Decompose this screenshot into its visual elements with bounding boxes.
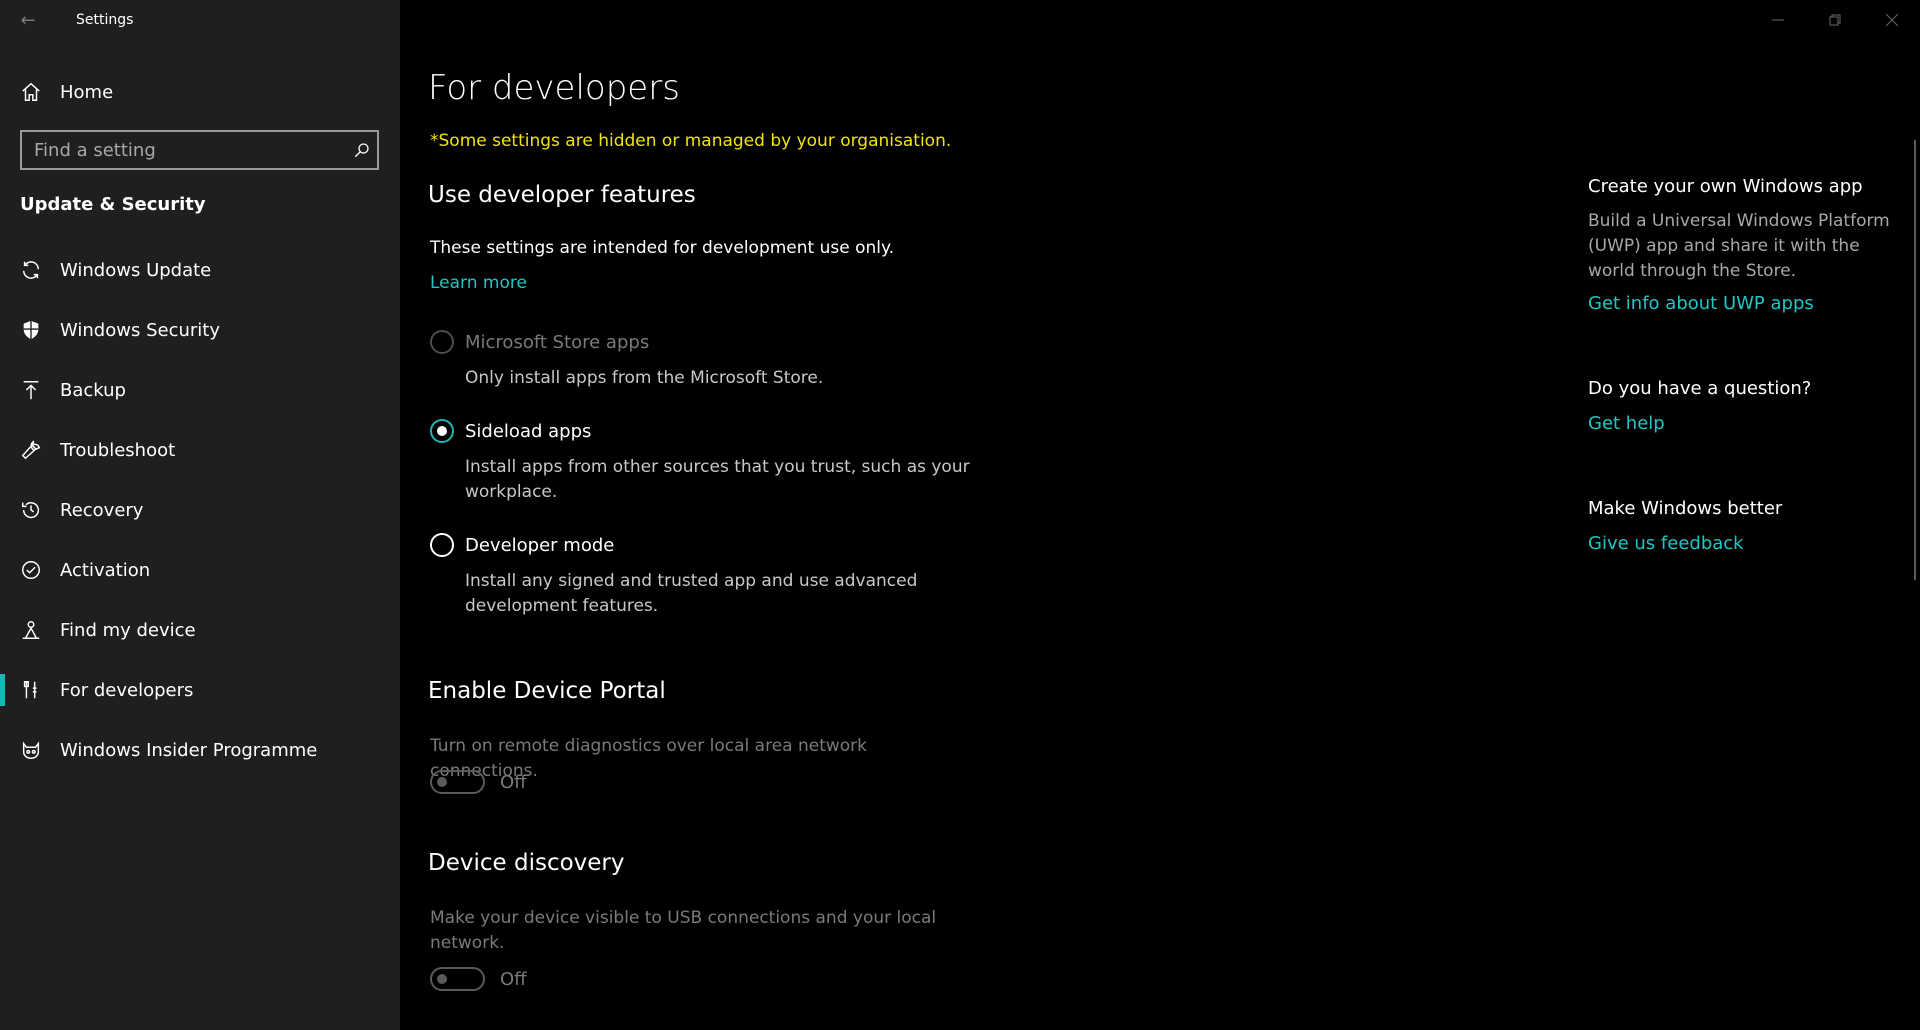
option-description: Install any signed and trusted app and u… xyxy=(465,571,918,616)
title-bar: ← Settings xyxy=(0,0,400,40)
dev-features-intro: These settings are intended for developm… xyxy=(430,238,895,258)
sidebar-item-label: Windows Insider Programme xyxy=(60,739,318,761)
device-discovery-toggle-row: Off xyxy=(430,967,527,991)
main-content: For developers *Some settings are hidden… xyxy=(400,0,1520,1030)
radio-microsoft-store-apps[interactable]: Microsoft Store apps xyxy=(430,330,649,354)
give-feedback-link[interactable]: Give us feedback xyxy=(1588,533,1744,554)
window-controls xyxy=(1749,0,1920,40)
insider-cat-icon xyxy=(20,739,42,761)
minimize-icon xyxy=(1771,19,1784,21)
dev-features-heading: Use developer features xyxy=(428,182,696,208)
wrench-icon xyxy=(20,439,42,461)
uwp-description: Build a Universal Windows Platform (UWP)… xyxy=(1588,211,1890,281)
uwp-heading: Create your own Windows app xyxy=(1588,176,1863,197)
sidebar-item-windows-security[interactable]: Windows Security xyxy=(0,302,400,358)
page-title: For developers xyxy=(428,68,680,108)
radio-button[interactable] xyxy=(430,330,454,354)
device-portal-toggle[interactable] xyxy=(430,770,485,794)
sidebar-item-windows-insider[interactable]: Windows Insider Programme xyxy=(0,722,400,778)
radio-label: Microsoft Store apps xyxy=(465,331,650,353)
sidebar-item-for-developers[interactable]: For developers xyxy=(0,662,400,718)
managed-warning: *Some settings are hidden or managed by … xyxy=(430,131,952,151)
minimize-button[interactable] xyxy=(1749,0,1806,40)
device-discovery-description: Make your device visible to USB connecti… xyxy=(430,908,937,953)
sidebar-item-troubleshoot[interactable]: Troubleshoot xyxy=(0,422,400,478)
radio-button[interactable] xyxy=(430,419,454,443)
learn-more-link[interactable]: Learn more xyxy=(430,273,527,293)
sidebar-item-label: Backup xyxy=(60,379,126,401)
person-location-icon xyxy=(20,619,42,641)
radio-label: Sideload apps xyxy=(465,420,592,442)
radio-button[interactable] xyxy=(430,533,454,557)
feedback-heading: Make Windows better xyxy=(1588,498,1783,519)
scrollbar[interactable] xyxy=(1914,140,1916,580)
search-icon[interactable] xyxy=(347,132,377,168)
restore-button[interactable] xyxy=(1806,0,1863,40)
sidebar-item-activation[interactable]: Activation xyxy=(0,542,400,598)
radio-developer-mode[interactable]: Developer mode xyxy=(430,533,614,557)
sidebar-item-recovery[interactable]: Recovery xyxy=(0,482,400,538)
device-discovery-toggle[interactable] xyxy=(430,967,485,991)
sidebar-item-home[interactable]: Home xyxy=(0,64,400,120)
sidebar-item-label: Recovery xyxy=(60,499,144,521)
back-button[interactable]: ← xyxy=(0,0,56,40)
arrow-left-icon: ← xyxy=(20,9,36,31)
uwp-info-link[interactable]: Get info about UWP apps xyxy=(1588,293,1814,314)
refresh-icon xyxy=(20,259,42,281)
toggle-state-label: Off xyxy=(500,771,527,793)
close-icon xyxy=(1885,14,1898,26)
developer-tools-icon xyxy=(20,679,42,701)
get-help-link[interactable]: Get help xyxy=(1588,413,1665,434)
sidebar-item-backup[interactable]: Backup xyxy=(0,362,400,418)
app-title: Settings xyxy=(76,12,134,28)
device-discovery-heading: Device discovery xyxy=(428,850,625,876)
option-description: Install apps from other sources that you… xyxy=(465,457,970,502)
sidebar-item-windows-update[interactable]: Windows Update xyxy=(0,242,400,298)
sidebar-item-label: Home xyxy=(60,81,114,103)
option-description: Only install apps from the Microsoft Sto… xyxy=(465,368,824,388)
close-button[interactable] xyxy=(1863,0,1920,40)
sidebar-item-label: Activation xyxy=(60,559,151,581)
device-portal-toggle-row: Off xyxy=(430,770,527,794)
check-circle-icon xyxy=(20,559,42,581)
shield-icon xyxy=(20,319,42,341)
toggle-state-label: Off xyxy=(500,968,527,990)
radio-label: Developer mode xyxy=(465,534,615,556)
sidebar: ← Settings Home Update & Security Window… xyxy=(0,0,400,1030)
sidebar-item-label: Windows Update xyxy=(60,259,212,281)
question-heading: Do you have a question? xyxy=(1588,378,1812,399)
history-icon xyxy=(20,499,42,521)
sidebar-item-label: Find my device xyxy=(60,619,196,641)
section-heading: Update & Security xyxy=(20,194,206,215)
sidebar-item-label: For developers xyxy=(60,679,194,701)
sidebar-item-label: Windows Security xyxy=(60,319,220,341)
device-portal-heading: Enable Device Portal xyxy=(428,678,666,704)
home-icon xyxy=(20,81,42,103)
search-input[interactable] xyxy=(22,132,347,168)
restore-icon xyxy=(1829,14,1840,26)
sidebar-item-find-my-device[interactable]: Find my device xyxy=(0,602,400,658)
sidebar-item-label: Troubleshoot xyxy=(60,439,176,461)
radio-sideload-apps[interactable]: Sideload apps xyxy=(430,419,591,443)
upload-icon xyxy=(20,379,42,401)
search-box[interactable] xyxy=(20,130,379,170)
